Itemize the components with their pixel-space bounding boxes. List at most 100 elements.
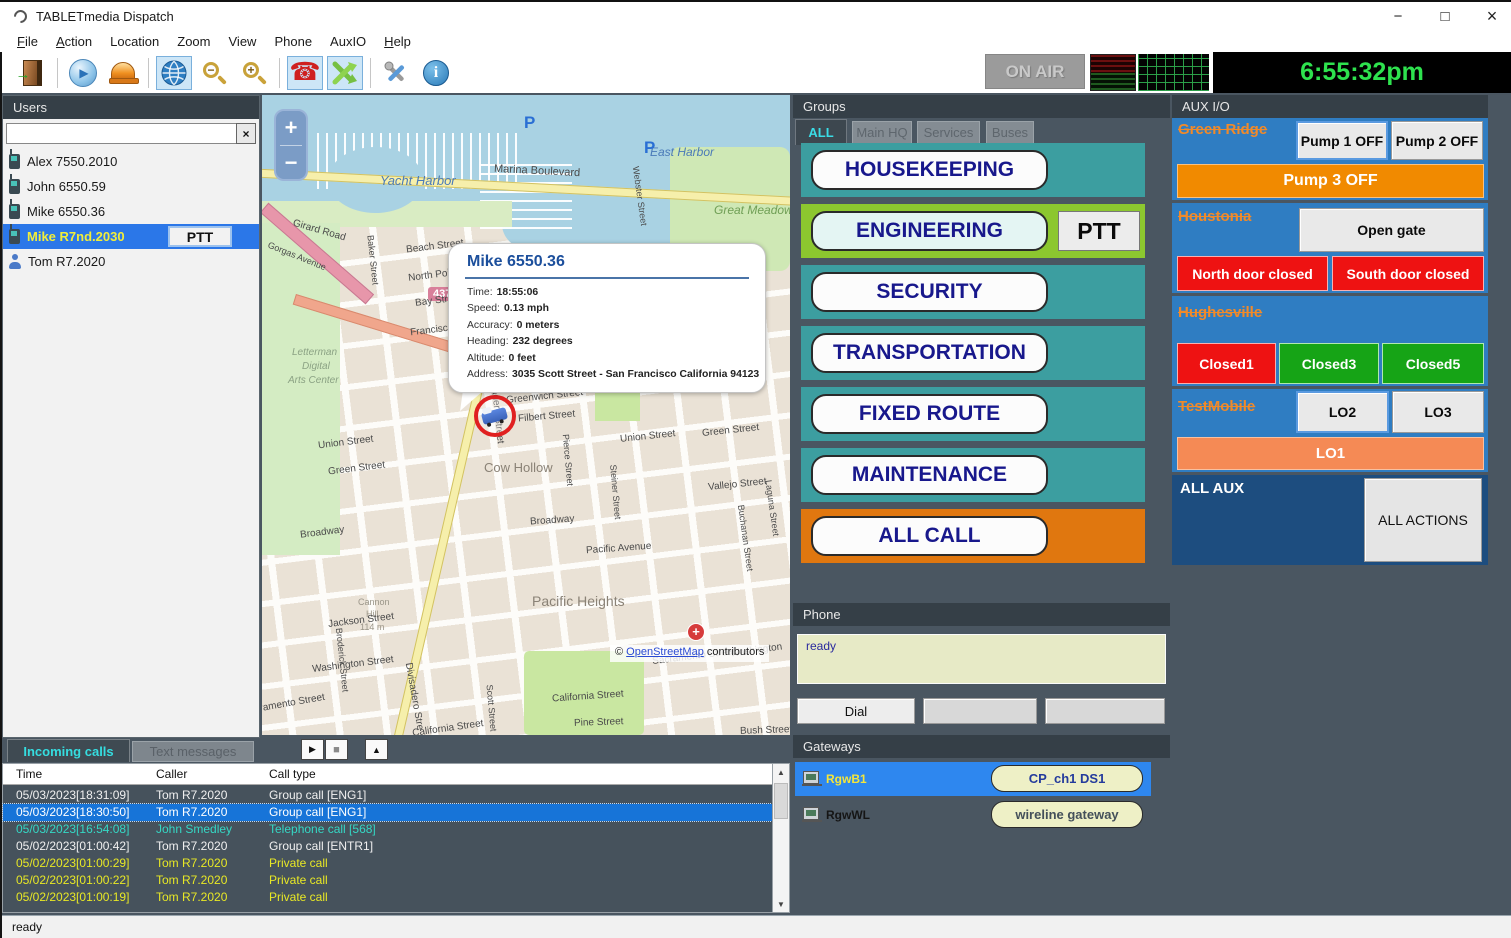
user-ptt-button[interactable]: PTT xyxy=(168,226,232,247)
map-zoom-out-button[interactable]: − xyxy=(276,146,306,180)
group-row: HOUSEKEEPING xyxy=(801,143,1145,197)
users-search-input[interactable] xyxy=(6,123,239,144)
call-time: 05/02/2023[01:00:29] xyxy=(16,856,129,870)
calls-scrollbar[interactable]: ▲ ▼ xyxy=(772,763,790,913)
zoom-out-icon[interactable]: − xyxy=(196,56,232,90)
call-row[interactable]: 05/03/2023[16:54:08]John SmedleyTelephon… xyxy=(3,821,772,838)
group-call-button[interactable]: ALL CALL xyxy=(811,516,1048,556)
all-aux-label: ALL AUX xyxy=(1180,480,1244,497)
gateway-row[interactable]: RgwB1CP_ch1 DS1 xyxy=(795,762,1151,796)
group-call-button[interactable]: ENGINEERING xyxy=(811,211,1048,251)
info-icon[interactable]: i xyxy=(418,56,454,90)
menu-item-phone[interactable]: Phone xyxy=(265,32,321,51)
playback-play-button[interactable]: ▶ xyxy=(301,739,324,760)
lo3-button[interactable]: LO3 xyxy=(1392,391,1484,433)
phone-blank-button[interactable] xyxy=(1045,698,1165,724)
popup-rows: Time:18:55:06 Speed:0.13 mph Accuracy:0 … xyxy=(467,285,759,383)
gateways-header: Gateways xyxy=(793,735,1170,758)
south-door-button[interactable]: South door closed xyxy=(1332,256,1484,291)
phone-blank-button[interactable] xyxy=(923,698,1037,724)
group-call-button[interactable]: MAINTENANCE xyxy=(811,455,1048,495)
group-ptt-button[interactable]: PTT xyxy=(1058,211,1140,251)
pump2-button[interactable]: Pump 2 OFF xyxy=(1391,121,1483,160)
toolbar: ▶ − + ☎ i ON AIR 6:55:32pm xyxy=(0,52,1511,93)
aux-section-hughesville: Hughesville Closed1 Closed3 Closed5 xyxy=(1172,296,1488,386)
scrollbar-thumb[interactable] xyxy=(774,783,788,819)
user-list-item[interactable]: Tom R7.2020 xyxy=(3,249,259,274)
call-caller: Tom R7.2020 xyxy=(156,856,227,870)
menu-item-file[interactable]: File xyxy=(8,32,47,51)
closed1-button[interactable]: Closed1 xyxy=(1177,343,1276,384)
group-call-button[interactable]: TRANSPORTATION xyxy=(811,333,1048,373)
group-call-button[interactable]: SECURITY xyxy=(811,272,1048,312)
scroll-down-button[interactable]: ▼ xyxy=(773,896,789,912)
user-list-item[interactable]: Mike R7nd.2030PTT xyxy=(3,224,259,249)
menu-item-view[interactable]: View xyxy=(220,32,266,51)
zoom-in-icon[interactable]: + xyxy=(236,56,272,90)
phone-call-icon[interactable]: ☎ xyxy=(287,56,323,90)
scroll-up-button[interactable]: ▲ xyxy=(773,764,789,780)
playback-stop-button[interactable]: ■ xyxy=(325,739,348,760)
toolbar-separator xyxy=(370,58,371,88)
all-actions-button[interactable]: ALL ACTIONS xyxy=(1364,478,1482,562)
user-list-item[interactable]: Alex 7550.2010 xyxy=(3,149,259,174)
menu-item-location[interactable]: Location xyxy=(101,32,168,51)
map-label: Yacht Harbor xyxy=(380,173,456,188)
gateway-channel-button[interactable]: CP_ch1 DS1 xyxy=(991,765,1143,792)
tab-main-hq[interactable]: Main HQ xyxy=(852,121,912,144)
attribution-text: contributors xyxy=(704,646,765,658)
tab-all[interactable]: ALL xyxy=(795,119,847,145)
tab-buses[interactable]: Buses xyxy=(986,121,1034,144)
pump3-button[interactable]: Pump 3 OFF xyxy=(1177,164,1484,198)
map-label: Pine Street xyxy=(574,716,624,729)
closed3-button[interactable]: Closed3 xyxy=(1279,343,1379,384)
map-zoom-in-button[interactable]: + xyxy=(276,111,306,145)
group-row: SECURITY xyxy=(801,265,1145,319)
maximize-button[interactable]: □ xyxy=(1423,2,1467,31)
tab-services[interactable]: Services xyxy=(917,121,980,144)
gateway-channel-button[interactable]: wireline gateway xyxy=(991,801,1143,828)
pump1-button[interactable]: Pump 1 OFF xyxy=(1296,121,1388,160)
closed5-button[interactable]: Closed5 xyxy=(1382,343,1484,384)
phone-status-display[interactable]: ready xyxy=(797,634,1166,684)
search-clear-button[interactable]: × xyxy=(236,123,256,144)
menu-item-action[interactable]: Action xyxy=(47,32,101,51)
menu-item-auxio[interactable]: AuxIO xyxy=(321,32,375,51)
user-list-item[interactable]: Mike 6550.36 xyxy=(3,199,259,224)
menu-item-help[interactable]: Help xyxy=(375,32,420,51)
popup-field-label: Heading: xyxy=(467,336,509,347)
audio-scope-display xyxy=(1138,54,1209,91)
gateway-row[interactable]: RgwWLwireline gateway xyxy=(795,798,1151,832)
exit-door-icon[interactable] xyxy=(14,56,50,90)
map-panel[interactable]: Yacht HarborEast HarborMarina BoulevardG… xyxy=(262,95,790,735)
user-list-item[interactable]: John 6550.59 xyxy=(3,174,259,199)
play-icon[interactable]: ▶ xyxy=(65,56,101,90)
call-time: 05/03/2023[18:30:50] xyxy=(16,805,129,819)
lo1-button[interactable]: LO1 xyxy=(1177,437,1484,470)
minimize-button[interactable]: − xyxy=(1376,2,1420,31)
close-button[interactable]: × xyxy=(1470,2,1511,31)
group-call-button[interactable]: FIXED ROUTE xyxy=(811,394,1048,434)
call-row[interactable]: 05/03/2023[18:30:50]Tom R7.2020Group cal… xyxy=(3,804,772,821)
open-gate-button[interactable]: Open gate xyxy=(1299,208,1484,252)
openstreetmap-link[interactable]: OpenStreetMap xyxy=(626,646,704,658)
call-row[interactable]: 05/03/2023[18:31:09]Tom R7.2020Group cal… xyxy=(3,787,772,804)
siren-icon[interactable] xyxy=(105,56,141,90)
playback-up-button[interactable]: ▲ xyxy=(365,739,388,760)
globe-map-icon[interactable] xyxy=(156,56,192,90)
call-row[interactable]: 05/02/2023[01:00:19]Tom R7.2020Private c… xyxy=(3,889,772,906)
group-call-button[interactable]: HOUSEKEEPING xyxy=(811,150,1048,190)
call-caller: John Smedley xyxy=(156,822,232,836)
tab-text-messages[interactable]: Text messages xyxy=(132,741,254,762)
tab-incoming-calls[interactable]: Incoming calls xyxy=(7,739,130,762)
menu-item-zoom[interactable]: Zoom xyxy=(168,32,219,51)
crossed-arrows-icon[interactable] xyxy=(327,56,363,90)
call-type: Private call xyxy=(269,873,328,887)
north-door-button[interactable]: North door closed xyxy=(1177,256,1328,291)
lo2-button[interactable]: LO2 xyxy=(1296,391,1389,433)
dial-button[interactable]: Dial xyxy=(797,698,915,724)
call-row[interactable]: 05/02/2023[01:00:22]Tom R7.2020Private c… xyxy=(3,872,772,889)
tools-icon[interactable] xyxy=(378,56,414,90)
call-row[interactable]: 05/02/2023[01:00:42]Tom R7.2020Group cal… xyxy=(3,838,772,855)
call-row[interactable]: 05/02/2023[01:00:29]Tom R7.2020Private c… xyxy=(3,855,772,872)
